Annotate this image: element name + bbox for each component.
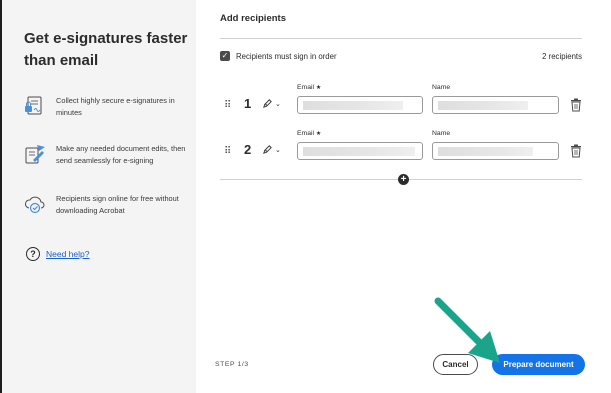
help-icon: ?: [26, 247, 40, 261]
name-label: Name: [432, 130, 451, 137]
add-recipient-button[interactable]: +: [398, 174, 409, 185]
role-dropdown[interactable]: ⌄: [262, 144, 281, 155]
feature-text: Recipients sign online for free without …: [56, 194, 179, 215]
sign-in-order-label: Recipients must sign in order: [236, 51, 337, 61]
feature-text: Make any needed document edits, then sen…: [56, 144, 186, 165]
name-field[interactable]: [432, 96, 559, 114]
help-section: ? Need help?: [26, 247, 89, 261]
divider: [220, 38, 582, 39]
chevron-down-icon: ⌄: [275, 147, 281, 155]
email-field[interactable]: [297, 142, 423, 160]
trash-icon[interactable]: [570, 144, 582, 158]
email-label: Email ★: [297, 130, 322, 137]
pen-icon: [263, 99, 272, 108]
secure-document-icon: [25, 96, 42, 115]
name-label: Name: [432, 84, 451, 91]
step-indicator: STEP 1/3: [215, 361, 249, 368]
sidebar-title: Get e-signatures faster than email: [24, 30, 188, 69]
feature-item: Collect highly secure e-signatures in mi…: [24, 95, 194, 118]
need-help-link[interactable]: Need help?: [46, 249, 89, 259]
recipient-row: ⠿ 1 ⌄ Email ★ Name: [220, 84, 585, 124]
info-sidebar: Get e-signatures faster than email Colle…: [0, 0, 196, 393]
chevron-down-icon: ⌄: [275, 101, 281, 109]
recipient-number: 1: [244, 96, 252, 111]
recipient-row: ⠿ 2 ⌄ Email ★ Name: [220, 130, 585, 170]
prepare-document-button[interactable]: Prepare document: [492, 354, 585, 375]
edit-send-icon: [25, 145, 45, 164]
feature-item: Recipients sign online for free without …: [24, 193, 194, 216]
sign-in-order-checkbox[interactable]: ✓: [220, 51, 230, 61]
email-label: Email ★: [297, 84, 322, 91]
feature-item: Make any needed document edits, then sen…: [24, 143, 194, 166]
role-dropdown[interactable]: ⌄: [262, 98, 281, 109]
cancel-button[interactable]: Cancel: [433, 354, 478, 375]
add-recipients-panel: Add recipients ✓ Recipients must sign in…: [196, 0, 611, 393]
recipient-count: 2 recipients: [542, 51, 582, 61]
trash-icon[interactable]: [570, 98, 582, 112]
drag-handle-icon[interactable]: ⠿: [224, 100, 231, 111]
pen-icon: [263, 145, 272, 154]
page-title: Add recipients: [220, 13, 286, 24]
recipient-number: 2: [244, 142, 252, 157]
drag-handle-icon[interactable]: ⠿: [224, 146, 231, 157]
cloud-check-icon: [25, 196, 45, 214]
sign-in-order-row: ✓ Recipients must sign in order 2 recipi…: [220, 51, 582, 61]
name-field[interactable]: [432, 142, 559, 160]
email-field[interactable]: [297, 96, 423, 114]
feature-text: Collect highly secure e-signatures in mi…: [56, 96, 175, 117]
